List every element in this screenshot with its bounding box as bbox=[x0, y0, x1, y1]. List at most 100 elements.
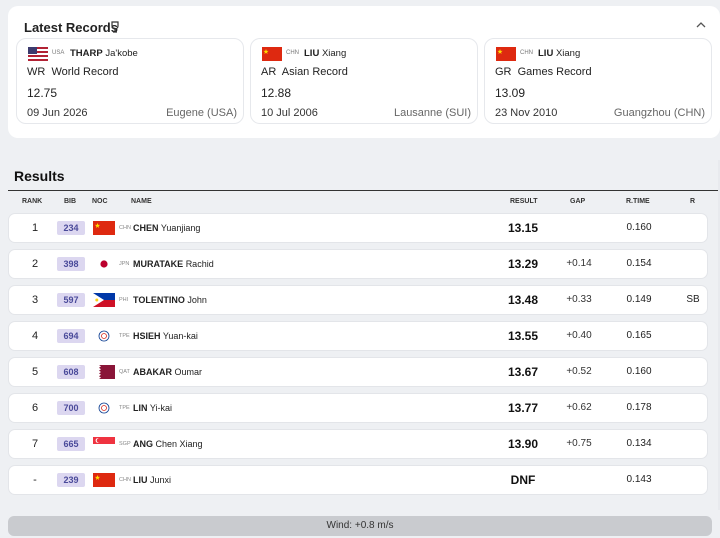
noc-code: CHN bbox=[119, 225, 131, 231]
result-row[interactable]: 3 597 PHI TOLENTINO John 13.48 +0.33 0.149 SB bbox=[8, 285, 708, 315]
athlete-name[interactable]: LIU Junxi bbox=[133, 466, 171, 494]
rank-cell: 1 bbox=[31, 222, 39, 234]
rank-cell: - bbox=[33, 474, 37, 486]
tpe-flag-icon bbox=[93, 401, 115, 415]
usa-flag-icon bbox=[28, 47, 48, 61]
reaction-time-cell: 0.134 bbox=[626, 438, 652, 449]
bib-badge: 694 bbox=[57, 329, 85, 343]
chn-flag-icon bbox=[496, 47, 516, 61]
record-note-cell bbox=[681, 322, 705, 350]
record-date: 10 Jul 2006 bbox=[261, 107, 318, 119]
results-divider bbox=[8, 190, 720, 191]
record-athlete: THARP Ja'kobe bbox=[70, 48, 138, 59]
noc-code: JPN bbox=[119, 261, 130, 267]
tpe-flag-icon bbox=[93, 329, 115, 343]
result-cell: 13.90 bbox=[507, 437, 539, 451]
header-rank: RANK bbox=[22, 198, 43, 205]
noc-code: TPE bbox=[119, 405, 130, 411]
chn-flag-icon bbox=[262, 47, 282, 61]
record-card-wr: USA THARP Ja'kobe WR World Record 12.75 … bbox=[16, 38, 244, 124]
record-note-cell bbox=[681, 250, 705, 278]
gap-cell: +0.33 bbox=[566, 294, 592, 305]
result-row[interactable]: 1 234 CHN CHEN Yuanjiang 13.15 0.160 bbox=[8, 213, 708, 243]
header-gap: GAP bbox=[570, 198, 586, 205]
bib-badge: 608 bbox=[57, 365, 85, 379]
result-cell: 13.67 bbox=[507, 365, 539, 379]
result-row[interactable]: - 239 CHN LIU Junxi DNF 0.143 bbox=[8, 465, 708, 495]
record-card-gr: CHN LIU Xiang GR Games Record 13.09 23 N… bbox=[484, 38, 712, 124]
rank-cell: 7 bbox=[31, 438, 39, 450]
jpn-flag-icon bbox=[93, 257, 115, 271]
rank-cell: 2 bbox=[31, 258, 39, 270]
record-athlete: LIU Xiang bbox=[538, 48, 581, 59]
reaction-time-cell: 0.165 bbox=[626, 330, 652, 341]
wind-reading: Wind: +0.8 m/s bbox=[8, 516, 712, 536]
gap-cell: +0.14 bbox=[566, 258, 592, 269]
record-noc: CHN bbox=[286, 50, 299, 56]
record-type: GR Games Record bbox=[495, 66, 592, 78]
reaction-time-cell: 0.143 bbox=[626, 474, 652, 485]
sgp-flag-icon bbox=[93, 437, 115, 451]
athlete-name[interactable]: MURATAKE Rachid bbox=[133, 250, 214, 278]
gap-cell: +0.62 bbox=[566, 402, 592, 413]
header-bib: BIB bbox=[64, 198, 77, 205]
chevron-up-icon[interactable] bbox=[696, 21, 706, 29]
trophy-icon bbox=[111, 21, 119, 33]
reaction-time-cell: 0.154 bbox=[626, 258, 652, 269]
athlete-name[interactable]: HSIEH Yuan-kai bbox=[133, 322, 198, 350]
noc-code: CHN bbox=[119, 477, 131, 483]
noc-code: QAT bbox=[119, 369, 130, 375]
header-note: R bbox=[690, 198, 696, 205]
record-note-cell bbox=[681, 214, 705, 242]
record-note-cell bbox=[681, 430, 705, 458]
gap-cell bbox=[561, 214, 597, 242]
athlete-name[interactable]: LIN Yi-kai bbox=[133, 394, 172, 422]
record-type: WR World Record bbox=[27, 66, 119, 78]
athlete-name[interactable]: TOLENTINO John bbox=[133, 286, 207, 314]
athlete-name[interactable]: ANG Chen Xiang bbox=[133, 430, 203, 458]
result-cell: 13.55 bbox=[507, 329, 539, 343]
athlete-name[interactable]: ABAKAR Oumar bbox=[133, 358, 202, 386]
reaction-time-cell: 0.178 bbox=[626, 402, 652, 413]
gap-cell bbox=[561, 466, 597, 494]
result-cell: 13.15 bbox=[507, 221, 539, 235]
record-card-ar: CHN LIU Xiang AR Asian Record 12.88 10 J… bbox=[250, 38, 478, 124]
result-cell: 13.29 bbox=[507, 257, 539, 271]
record-value: 12.75 bbox=[27, 86, 58, 100]
athlete-name[interactable]: CHEN Yuanjiang bbox=[133, 214, 200, 242]
result-cell: DNF bbox=[510, 473, 536, 487]
record-note-cell: SB bbox=[686, 294, 700, 305]
result-row[interactable]: 4 694 TPE HSIEH Yuan-kai 13.55 +0.40 0.165 bbox=[8, 321, 708, 351]
reaction-time-cell: 0.149 bbox=[626, 294, 652, 305]
latest-records-panel: Latest Records USA THARP Ja'kobe WR Worl… bbox=[8, 6, 720, 138]
result-row[interactable]: 7 665 SGP ANG Chen Xiang 13.90 +0.75 0.134 bbox=[8, 429, 708, 459]
header-rtime: R.TIME bbox=[626, 198, 650, 205]
record-value: 12.88 bbox=[261, 86, 292, 100]
rank-cell: 4 bbox=[31, 330, 39, 342]
gap-cell: +0.40 bbox=[566, 330, 592, 341]
bib-badge: 234 bbox=[57, 221, 85, 235]
record-value: 13.09 bbox=[495, 86, 526, 100]
bib-badge: 700 bbox=[57, 401, 85, 415]
noc-code: SGP bbox=[119, 441, 131, 447]
chn-flag-icon bbox=[93, 221, 115, 235]
record-venue: Lausanne (SUI) bbox=[393, 107, 471, 119]
reaction-time-cell: 0.160 bbox=[626, 222, 652, 233]
bib-badge: 239 bbox=[57, 473, 85, 487]
bib-badge: 398 bbox=[57, 257, 85, 271]
record-athlete: LIU Xiang bbox=[304, 48, 347, 59]
rank-cell: 6 bbox=[31, 402, 39, 414]
latest-records-title: Latest Records bbox=[24, 20, 118, 35]
record-venue: Eugene (USA) bbox=[166, 107, 237, 119]
header-name: NAME bbox=[131, 198, 152, 205]
phi-flag-icon bbox=[93, 293, 115, 307]
rank-cell: 5 bbox=[31, 366, 39, 378]
reaction-time-cell: 0.160 bbox=[626, 366, 652, 377]
result-row[interactable]: 6 700 TPE LIN Yi-kai 13.77 +0.62 0.178 bbox=[8, 393, 708, 423]
result-row[interactable]: 5 608 QAT ABAKAR Oumar 13.67 +0.52 0.160 bbox=[8, 357, 708, 387]
noc-code: PHI bbox=[119, 297, 129, 303]
header-noc: NOC bbox=[92, 198, 108, 205]
result-row[interactable]: 2 398 JPN MURATAKE Rachid 13.29 +0.14 0.154 bbox=[8, 249, 708, 279]
rank-cell: 3 bbox=[31, 294, 39, 306]
record-date: 23 Nov 2010 bbox=[495, 107, 558, 119]
